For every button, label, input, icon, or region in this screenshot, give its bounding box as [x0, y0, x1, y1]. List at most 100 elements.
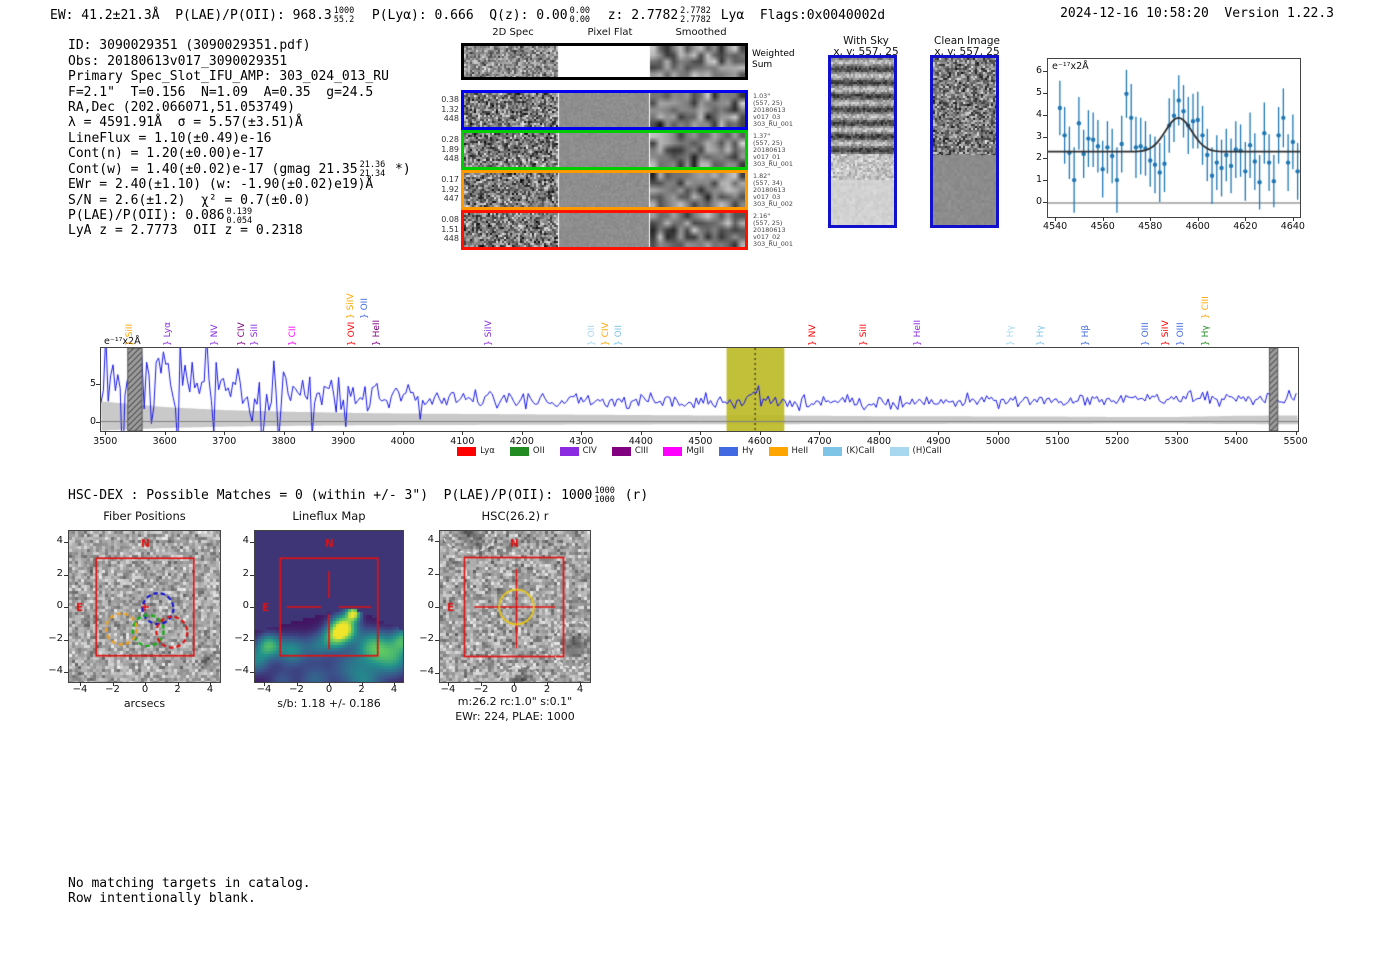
hsc-ytickmark — [435, 640, 439, 641]
line-label-text: } OII — [360, 298, 371, 319]
fit-plot-ytickmark — [1043, 136, 1047, 138]
info-line-1: Obs: 20180613v017_3090029351 — [68, 53, 411, 69]
info-line-4-text: RA,Dec (202.066071,51.053749) — [68, 99, 295, 115]
header-summary-text: z: 2.7782 — [592, 7, 679, 23]
cutout-row-right-labels: 1.82" (557, 34) 20180613 v017_03 303_RU_002 — [753, 172, 793, 208]
legend-swatch — [768, 446, 788, 456]
spectrum-xtickmark — [700, 431, 702, 435]
spectrum-xtickmark — [581, 431, 583, 435]
spectrum-xtick: 4900 — [926, 436, 951, 447]
line-label-text: } NV — [807, 324, 818, 346]
legend-label: HeII — [791, 446, 809, 456]
hsc-xtickmark — [580, 682, 581, 686]
fiber-ytickmark — [64, 672, 68, 673]
spectrum-xtick: 5100 — [1045, 436, 1070, 447]
full-spectrum-frame — [100, 347, 1299, 432]
cutout-col-title-pixelflat: Pixel Flat — [587, 27, 633, 38]
line-label-text: } CIV — [601, 322, 612, 346]
cutout-row-right-labels: 1.37" (557, 25) 20180613 v017_01 303_RU_001 — [753, 132, 793, 168]
lineflux-xtickmark — [296, 682, 298, 686]
hsc-ytick: 4 — [427, 534, 434, 545]
lineflux-xtickmark — [394, 682, 395, 686]
lineflux-xtickmark — [329, 682, 330, 686]
header-timestamp-version: 2024-12-16 10:58:20 Version 1.22.3 — [1060, 6, 1334, 21]
fit-plot-ytick: 5 — [1035, 86, 1042, 98]
spectrum-xtick: 3500 — [93, 436, 118, 447]
fit-plot-ytickmark — [1043, 180, 1047, 182]
line-label-text: } SiIV — [345, 293, 356, 319]
footer-blank-row: Row intentionally blank. — [68, 891, 256, 906]
line-label-text: } OIII — [1141, 322, 1152, 346]
lineflux-ytick: −4 — [234, 665, 249, 676]
hsc-dex-line-text: HSC-DEX : Possible Matches = 0 (within +… — [68, 487, 593, 503]
spectrum-xtickmark — [759, 431, 761, 435]
legend-label: CIV — [582, 446, 597, 456]
lineflux-ytick: 2 — [242, 567, 249, 579]
fiber-xtickmark — [112, 682, 114, 686]
spectrum-xtickmark — [1117, 431, 1119, 435]
line-label-text: } OII — [613, 325, 624, 346]
spectrum-xtick: 4700 — [807, 436, 832, 447]
fiber-ytickmark — [64, 639, 68, 641]
spectrum-xtickmark — [1236, 431, 1238, 435]
spectrum-xtick: 4000 — [390, 436, 415, 447]
footer-no-match: No matching targets in catalog. — [68, 876, 311, 891]
legend-label: Hγ — [742, 446, 754, 456]
spectrum-xtick: 5200 — [1104, 436, 1130, 447]
legend-label: (H)CaII — [912, 446, 942, 456]
spectrum-xtickmark — [283, 431, 285, 435]
header-summary-text: Lyα Flags:0x0040002d — [712, 7, 886, 23]
spectrum-xtick: 4200 — [509, 436, 534, 447]
header-summary-stack: 2.7782 2.7782 — [680, 6, 711, 25]
info-line-3-text: F=2.1" T=0.156 N=1.09 A=0.35 g=24.5 — [68, 84, 374, 100]
hsc-ytickmark — [435, 574, 439, 575]
legend-item-Hγ: Hγ — [719, 446, 754, 456]
info-line-10-text: S/N = 2.6(±1.2) χ² = 0.7(±0.0) — [68, 192, 311, 208]
info-line-2-text: Primary Spec_Slot_IFU_AMP: 303_024_013_R… — [68, 69, 389, 85]
info-line-12: LyA z = 2.7773 OII z = 0.2318 — [68, 223, 411, 238]
lineflux-xtickmark — [361, 682, 363, 686]
lineflux-map-image — [254, 530, 404, 683]
legend-item-OII: OII — [509, 446, 545, 456]
hsc-xtickmark — [514, 682, 515, 686]
info-line-8-text: *) — [387, 161, 411, 177]
info-line-11: P(LAE)/P(OII): 0.086 0.139 0.054 — [68, 207, 411, 225]
hsc-xtickmark — [448, 682, 449, 686]
legend-label: (K)CaII — [846, 446, 875, 456]
hsc-cutout-image — [439, 530, 591, 683]
hsc-cutout-xlabel: m:26.2 rc:1.0" s:0.1" — [457, 695, 573, 708]
legend-label: Lyα — [480, 446, 495, 456]
fit-plot-xtick: 4540 — [1043, 221, 1068, 232]
info-line-8-text: Cont(w) = 1.40(±0.02)e-17 (gmag 21.35 — [68, 161, 358, 177]
fit-plot-ytick: 2 — [1035, 152, 1042, 164]
hsc-dex-match-line: HSC-DEX : Possible Matches = 0 (within +… — [68, 486, 648, 505]
header-summary-stack: 0.00 0.00 — [569, 6, 591, 25]
fiber-ytickmark — [64, 542, 68, 543]
fiber-ytick: 0 — [56, 600, 63, 611]
info-line-11-text: P(LAE)/P(OII): 0.086 — [68, 208, 225, 224]
fit-plot-ytick: 3 — [1035, 130, 1042, 142]
info-line-12-text: LyA z = 2.7773 OII z = 0.2318 — [68, 223, 303, 239]
cutout-row-right-labels: 2.16" (557, 25) 20180613 v017_02 303_RU_001 — [753, 212, 793, 248]
fit-plot-xtick: 4620 — [1233, 221, 1258, 232]
fiber-xtickmark — [80, 682, 81, 686]
fiber-ytickmark — [64, 607, 68, 608]
legend-swatch — [509, 446, 529, 456]
line-label-text: } CII — [288, 325, 299, 346]
hsc-ytick: 0 — [427, 600, 434, 611]
lineflux-map-xlabel: s/b: 1.18 +/- 0.186 — [277, 697, 381, 710]
info-line-6-text: LineFlux = 1.10(±0.49)e-16 — [68, 130, 272, 146]
cutout-row-left-labels: 0.17 1.92 447 — [441, 175, 459, 204]
spectrum-xtickmark — [1057, 431, 1059, 435]
info-line-6: LineFlux = 1.10(±0.49)e-16 — [68, 131, 411, 146]
fit-plot-xtickmark — [1102, 217, 1104, 221]
fiber-ytick: −4 — [48, 665, 63, 676]
spectrum-xtickmark — [224, 431, 226, 435]
cutout-row-left-labels: 0.28 1.89 448 — [441, 135, 459, 164]
info-line-8-stack: 21.36 21.34 — [359, 160, 386, 180]
legend-label: OII — [532, 446, 545, 456]
spectrum-xtickmark — [938, 431, 940, 435]
hsc-ytick: 2 — [427, 567, 434, 578]
hsc-ytickmark — [435, 673, 439, 674]
hsc-cutout-xlabel2: EWr: 224, PLAE: 1000 — [455, 710, 575, 723]
